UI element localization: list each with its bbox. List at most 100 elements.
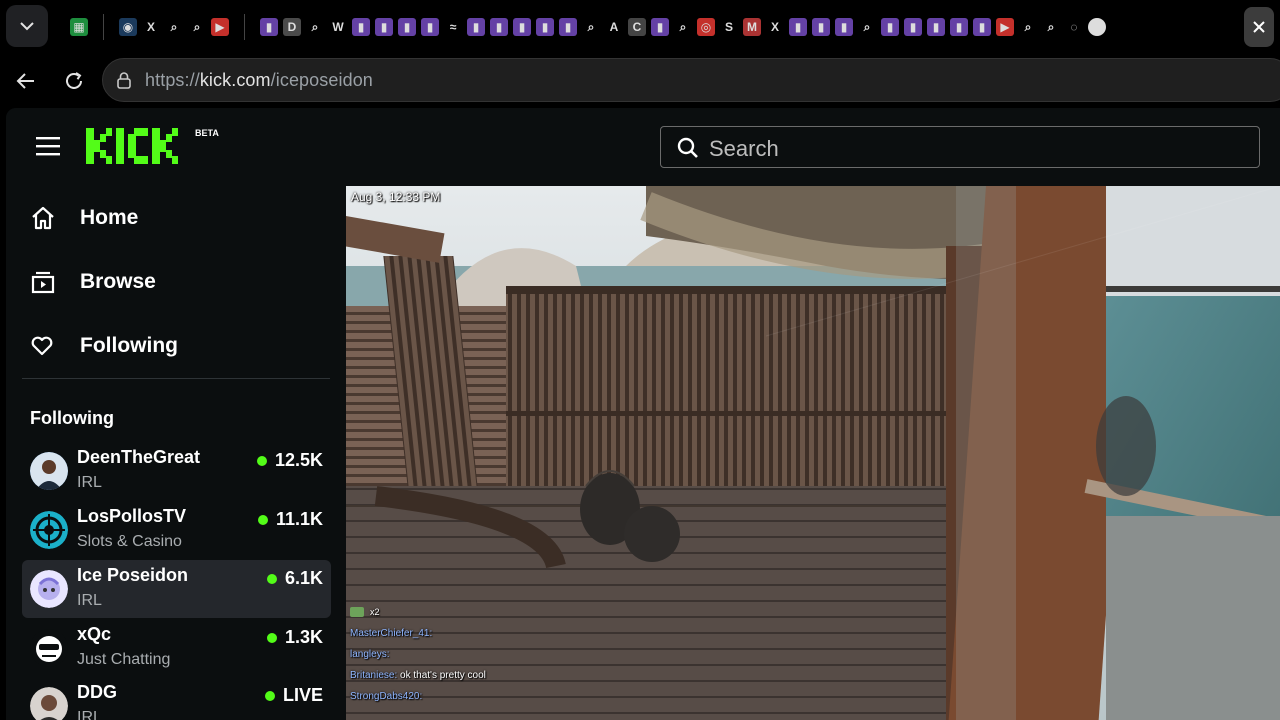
twitch-icon[interactable]: ▮: [812, 18, 830, 36]
stream-timestamp: Aug 3, 12:33 PM: [351, 190, 441, 204]
sidebar: Home Browse Following Following DeenTheG…: [6, 186, 346, 720]
twitch-icon[interactable]: ▮: [375, 18, 393, 36]
viewer-count: LIVE: [264, 685, 323, 706]
channel-name: Ice Poseidon: [77, 565, 189, 585]
address-bar[interactable]: https://kick.com/iceposeidon: [102, 58, 1280, 102]
willy-icon[interactable]: W: [329, 18, 347, 36]
globe-icon[interactable]: ◉: [119, 18, 137, 36]
channel-item-xqc[interactable]: xQc Just Chatting 1.3K: [22, 619, 331, 677]
search-icon[interactable]: ⌕: [1019, 18, 1037, 36]
search-icon[interactable]: ⌕: [188, 18, 206, 36]
twitch-icon[interactable]: ▮: [835, 18, 853, 36]
twitch-icon[interactable]: ▮: [881, 18, 899, 36]
viewer-count: 11.1K: [257, 509, 323, 530]
menu-icon[interactable]: [36, 136, 60, 156]
active-tab[interactable]: [1244, 7, 1274, 47]
kick-page: BETA Search Home Browse Following Follow…: [6, 108, 1280, 720]
search-placeholder: Search: [709, 136, 779, 161]
channel-category: IRL: [77, 592, 102, 609]
url-prefix: https://: [145, 70, 200, 90]
x-icon[interactable]: X: [766, 18, 784, 36]
tab-search-dropdown[interactable]: [6, 5, 48, 47]
twitch-icon[interactable]: ▮: [398, 18, 416, 36]
chat-emote-line: x2: [350, 602, 486, 623]
reload-button[interactable]: [57, 64, 91, 98]
url-domain: kick.com: [199, 70, 271, 90]
twitch-icon[interactable]: ▮: [559, 18, 577, 36]
search-icon[interactable]: ⌕: [674, 18, 692, 36]
live-dot-icon: [264, 690, 275, 701]
c-icon[interactable]: C: [628, 18, 646, 36]
chat-message: StrongDabs420:: [350, 691, 423, 702]
channel-name: DDG: [77, 682, 117, 702]
twitch-icon[interactable]: ▮: [490, 18, 508, 36]
pinned-tabs: ▦ ◉ X ⌕ ⌕ ▶ ▮ D ⌕ W ▮ ▮ ▮ ▮ ≈ ▮ ▮ ▮ ▮ ▮ ⌕ A C ▮ ⌕ ◎ S M X ▮ ▮ ▮ ⌕ ▮ ▮ ▮ ▮ ▮ ▶ ⌕…: [70, 14, 1240, 40]
search-icon[interactable]: ⌕: [165, 18, 183, 36]
avatar: [30, 629, 68, 667]
reload-icon: [66, 72, 82, 89]
circle-icon[interactable]: [1088, 18, 1106, 36]
search-icon[interactable]: ⌕: [1042, 18, 1060, 36]
live-dot-icon: [257, 514, 268, 525]
loading-icon[interactable]: ◌: [1065, 18, 1083, 36]
twitch-icon[interactable]: ▮: [421, 18, 439, 36]
twitch-icon[interactable]: ▮: [536, 18, 554, 36]
video-player[interactable]: Aug 3, 12:33 PM x2 MasterChiefer_41: lan…: [346, 186, 1280, 720]
avatar: [30, 570, 68, 608]
tab-separator: [103, 14, 104, 40]
channel-name: LosPollosTV: [77, 506, 187, 526]
nav-home-label: Home: [80, 206, 139, 229]
nav-home[interactable]: Home: [30, 198, 138, 238]
twitch-icon[interactable]: ▮: [973, 18, 991, 36]
kick-logo[interactable]: BETA: [86, 126, 219, 166]
avatar: [30, 452, 68, 490]
viewer-count: 1.3K: [266, 627, 323, 648]
twitch-icon[interactable]: ▮: [352, 18, 370, 36]
channel-item-deenthegreat[interactable]: DeenTheGreat IRL 12.5K: [22, 442, 331, 500]
beta-badge: BETA: [195, 128, 219, 138]
nav-browse[interactable]: Browse: [30, 262, 156, 302]
back-button[interactable]: [9, 64, 43, 98]
nav-following[interactable]: Following: [30, 326, 178, 366]
following-section-title: Following: [30, 408, 114, 428]
a-icon[interactable]: A: [605, 18, 623, 36]
home-icon: [32, 206, 54, 230]
chat-message: MasterChiefer_41:: [350, 628, 433, 639]
youtube-icon[interactable]: ▶: [996, 18, 1014, 36]
twitch-icon[interactable]: ▮: [789, 18, 807, 36]
search-input[interactable]: Search: [660, 126, 1260, 168]
twitch-icon[interactable]: ▮: [260, 18, 278, 36]
twitch-icon[interactable]: ▮: [513, 18, 531, 36]
twitch-icon[interactable]: ▮: [950, 18, 968, 36]
twitch-icon[interactable]: ▮: [904, 18, 922, 36]
stream-frame: [346, 186, 1280, 720]
nav-browse-label: Browse: [80, 270, 156, 293]
d-icon[interactable]: D: [283, 18, 301, 36]
url-text[interactable]: https://kick.com/iceposeidon: [145, 70, 373, 91]
site-info-icon[interactable]: [115, 71, 133, 89]
search-icon[interactable]: ⌕: [306, 18, 324, 36]
youtube-icon[interactable]: ▶: [211, 18, 229, 36]
chat-overlay: x2 MasterChiefer_41: langleys: Britanies…: [350, 602, 486, 707]
channel-item-lospollostv[interactable]: LosPollosTV Slots & Casino 11.1K: [22, 501, 331, 559]
m-icon[interactable]: M: [743, 18, 761, 36]
avatar: [30, 687, 68, 720]
toyota-icon[interactable]: ◎: [697, 18, 715, 36]
channel-item-ddg[interactable]: DDG IRL LIVE: [22, 677, 331, 720]
search-icon[interactable]: ⌕: [582, 18, 600, 36]
kick-wordmark: [86, 128, 178, 164]
channel-category: IRL: [77, 474, 102, 491]
search-icon[interactable]: ⌕: [858, 18, 876, 36]
sheets-icon[interactable]: ▦: [70, 18, 88, 36]
close-icon[interactable]: [1252, 20, 1266, 34]
channel-item-iceposeidon[interactable]: Ice Poseidon IRL 6.1K: [22, 560, 331, 618]
twitch-icon[interactable]: ▮: [651, 18, 669, 36]
channel-category: Just Chatting: [77, 651, 171, 668]
heart-icon: [31, 336, 53, 356]
twitch-icon[interactable]: ▮: [467, 18, 485, 36]
twitch-icon[interactable]: ▮: [927, 18, 945, 36]
url-path: /iceposeidon: [270, 70, 373, 90]
stake-icon[interactable]: S: [720, 18, 738, 36]
bird-icon[interactable]: ≈: [444, 18, 462, 36]
x-icon[interactable]: X: [142, 18, 160, 36]
